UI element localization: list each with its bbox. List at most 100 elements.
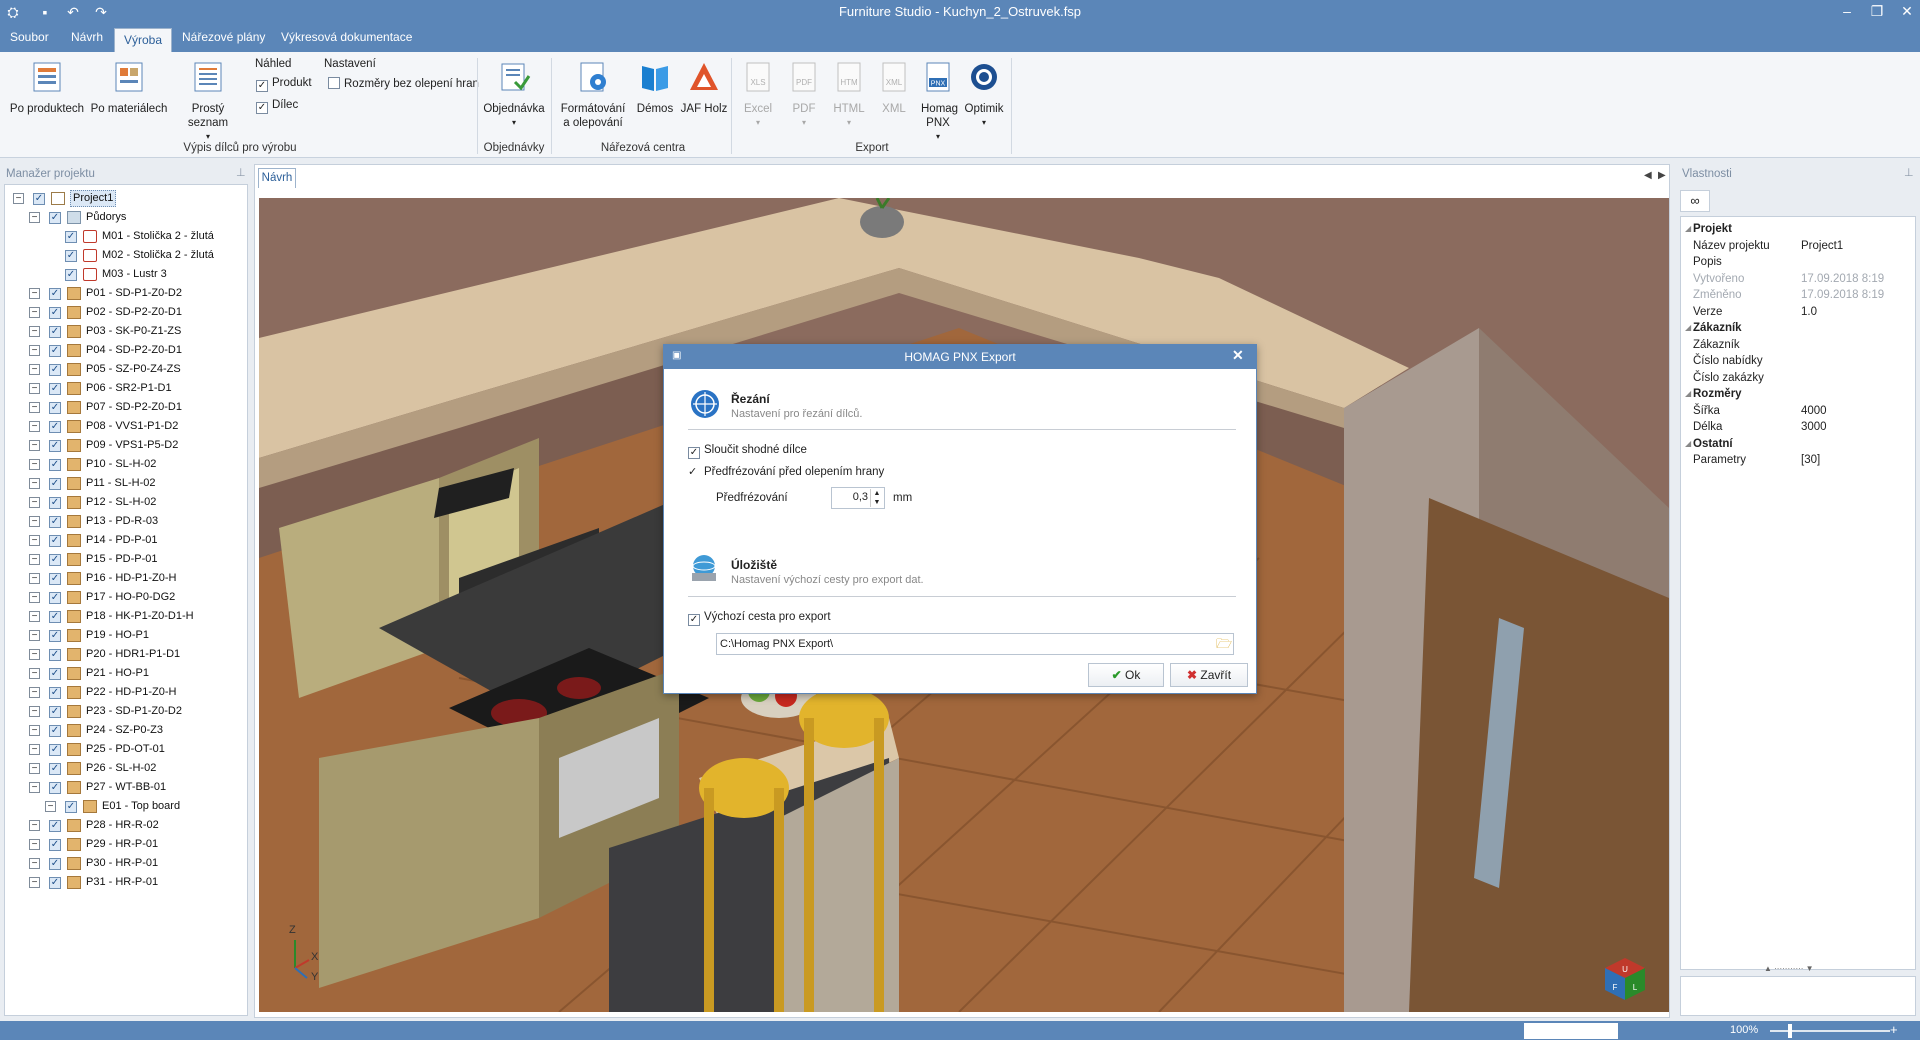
tab-narezove-plany[interactable]: Nářezové plány [182,30,265,44]
tree-item[interactable]: − ✓ P23 - SD-P1-Z0-D2 [5,702,245,721]
tree-checkbox[interactable]: ✓ [49,630,61,642]
tree-checkbox[interactable]: ✓ [49,402,61,414]
glasses-icon[interactable]: ∞ [1680,190,1710,212]
tree-item[interactable]: ✓ M03 - Lustr 3 [5,265,245,284]
property-row[interactable]: Číslo zakázky [1693,370,1913,386]
expand-toggle-icon[interactable]: − [29,421,40,432]
tree-item[interactable]: − ✓ P17 - HO-P0-DG2 [5,588,245,607]
tree-checkbox[interactable]: ✓ [49,478,61,490]
tree-item[interactable]: − ✓ P28 - HR-R-02 [5,816,245,835]
tree-item[interactable]: − ✓ P12 - SL-H-02 [5,493,245,512]
tree-checkbox[interactable]: ✓ [49,687,61,699]
expand-toggle-icon[interactable]: − [45,801,56,812]
tree-checkbox[interactable]: ✓ [49,288,61,300]
premill-stepper[interactable]: 0,3 ▲ ▼ [831,487,885,509]
expand-toggle-icon[interactable]: − [29,687,40,698]
tree-checkbox[interactable]: ✓ [49,763,61,775]
expand-toggle-icon[interactable]: − [29,706,40,717]
tree-checkbox[interactable]: ✓ [49,307,61,319]
scroll-right-icon[interactable]: ▶ [1658,170,1666,181]
expand-toggle-icon[interactable]: − [29,440,40,451]
dialog-close-icon[interactable]: ✕ [1232,347,1244,364]
tree-item[interactable]: − ✓ P06 - SR2-P1-D1 [5,379,245,398]
collapse-icon[interactable]: ◢ [1685,436,1691,452]
tree-item[interactable]: − ✓ P19 - HO-P1 [5,626,245,645]
produkt-checkbox[interactable]: ✓ Produkt [256,77,312,92]
po-produktech-button[interactable]: Po produktech [8,60,86,116]
tree-item[interactable]: − ✓ P07 - SD-P2-Z0-D1 [5,398,245,417]
minimize-icon[interactable]: – [1834,0,1860,22]
tree-item[interactable]: − ✓ Půdorys [5,208,245,227]
default-path-checkbox[interactable]: ✓ Výchozí cesta pro export [688,611,831,626]
tree-checkbox[interactable]: ✓ [49,535,61,547]
tree-item[interactable]: − ✓ P24 - SZ-P0-Z3 [5,721,245,740]
tab-soubor[interactable]: Soubor [10,30,49,44]
jaf-holz-button[interactable]: JAF Holz [680,60,728,116]
tree-item[interactable]: − ✓ P01 - SD-P1-Z0-D2 [5,284,245,303]
expand-toggle-icon[interactable]: − [29,744,40,755]
tab-vykresova-dokumentace[interactable]: Výkresová dokumentace [281,30,412,44]
property-row[interactable]: Vytvořeno 17.09.2018 8:19 [1693,271,1913,287]
restore-icon[interactable]: ❐ [1864,0,1890,22]
tree-item[interactable]: − ✓ E01 - Top board [5,797,245,816]
expand-toggle-icon[interactable]: − [29,611,40,622]
export-optimik-button[interactable]: Optimik ▾ [962,60,1006,130]
export-html-button[interactable]: HTM HTML ▾ [828,60,870,130]
collapse-icon[interactable]: ◢ [1685,320,1691,336]
tree-checkbox[interactable]: ✓ [49,440,61,452]
tree-item[interactable]: − ✓ P10 - SL-H-02 [5,455,245,474]
tree-item[interactable]: − ✓ Project1 [5,189,245,208]
tree-item[interactable]: − ✓ P25 - PD-OT-01 [5,740,245,759]
tree-checkbox[interactable]: ✓ [49,839,61,851]
expand-toggle-icon[interactable]: − [29,858,40,869]
tree-checkbox[interactable]: ✓ [49,554,61,566]
expand-toggle-icon[interactable]: − [29,554,40,565]
tree-item[interactable]: − ✓ P03 - SK-P0-Z1-ZS [5,322,245,341]
tree-item[interactable]: − ✓ P14 - PD-P-01 [5,531,245,550]
po-materialech-button[interactable]: Po materiálech [90,60,168,116]
tree-checkbox[interactable]: ✓ [65,269,77,281]
stepper-down-icon[interactable]: ▼ [870,498,883,507]
property-row[interactable]: Číslo nabídky [1693,353,1913,369]
tree-checkbox[interactable]: ✓ [49,364,61,376]
tree-item[interactable]: − ✓ P22 - HD-P1-Z0-H [5,683,245,702]
property-row[interactable]: Délka 3000 [1693,419,1913,435]
tree-checkbox[interactable]: ✓ [49,326,61,338]
expand-toggle-icon[interactable]: − [29,820,40,831]
tree-item[interactable]: − ✓ P27 - WT-BB-01 [5,778,245,797]
premill-checkbox[interactable]: ✓ Předfrézování před olepením hrany [688,465,884,478]
expand-toggle-icon[interactable]: − [29,383,40,394]
zoom-slider-thumb[interactable] [1788,1024,1792,1038]
tree-item[interactable]: − ✓ P09 - VPS1-P5-D2 [5,436,245,455]
tree-item[interactable]: ✓ M02 - Stolička 2 - žlutá [5,246,245,265]
tree-checkbox[interactable]: ✓ [49,345,61,357]
tree-item[interactable]: − ✓ P21 - HO-P1 [5,664,245,683]
expand-toggle-icon[interactable]: − [29,630,40,641]
tab-navrh[interactable]: Návrh [71,30,103,44]
ok-button[interactable]: ✔ Ok [1088,663,1164,687]
tree-checkbox[interactable]: ✓ [49,649,61,661]
expand-toggle-icon[interactable]: − [29,345,40,356]
folder-browse-icon[interactable]: 🗁 [1215,635,1233,653]
expand-toggle-icon[interactable]: − [29,497,40,508]
tree-item[interactable]: ✓ M01 - Stolička 2 - žlutá [5,227,245,246]
rozmery-checkbox[interactable]: Rozměry bez olepení hran [328,77,479,90]
expand-toggle-icon[interactable]: − [29,763,40,774]
expand-toggle-icon[interactable]: − [13,193,24,204]
expand-toggle-icon[interactable]: − [29,535,40,546]
export-homag-pnx-button[interactable]: PNX Homag PNX ▾ [916,60,960,144]
scroll-left-icon[interactable]: ◀ [1644,170,1652,181]
merge-identical-checkbox[interactable]: ✓ Sloučit shodné dílce [688,444,807,459]
tree-checkbox[interactable]: ✓ [49,212,61,224]
dilec-checkbox[interactable]: ✓ Dílec [256,99,298,114]
stepper-up-icon[interactable]: ▲ [870,489,883,498]
collapse-icon[interactable]: ◢ [1685,221,1691,237]
tree-checkbox[interactable]: ✓ [49,497,61,509]
tree-checkbox[interactable]: ✓ [49,592,61,604]
tree-item[interactable]: − ✓ P16 - HD-P1-Z0-H [5,569,245,588]
demos-button[interactable]: Démos [634,60,676,116]
tree-item[interactable]: − ✓ P26 - SL-H-02 [5,759,245,778]
expand-toggle-icon[interactable]: − [29,668,40,679]
splitter-handle[interactable]: ▲ ··········· ▼ [1764,964,1814,973]
tree-checkbox[interactable]: ✓ [49,877,61,889]
